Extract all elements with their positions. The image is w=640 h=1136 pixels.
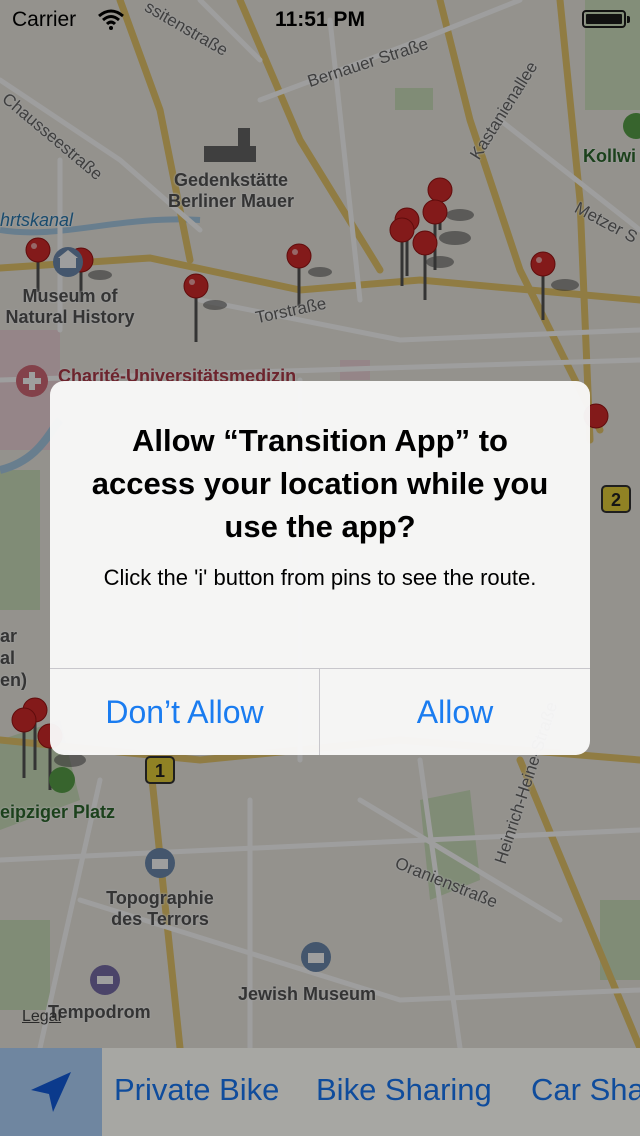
tab-car-sharing[interactable]: Car Sha bbox=[531, 1072, 640, 1108]
battery-icon bbox=[582, 10, 630, 28]
tab-bike-sharing[interactable]: Bike Sharing bbox=[316, 1072, 492, 1108]
allow-button[interactable]: Allow bbox=[320, 669, 590, 755]
alert-message: Click the 'i' button from pins to see th… bbox=[103, 565, 537, 590]
location-arrow-icon bbox=[31, 1072, 71, 1112]
locate-me-button[interactable] bbox=[0, 1048, 102, 1136]
location-permission-alert: Allow “Transition App” to access your lo… bbox=[50, 381, 590, 755]
dont-allow-button[interactable]: Don’t Allow bbox=[50, 669, 319, 755]
status-bar: Carrier 11:51 PM bbox=[0, 0, 640, 40]
alert-title: Allow “Transition App” to access your lo… bbox=[91, 423, 549, 544]
status-time: 11:51 PM bbox=[275, 8, 365, 31]
battery-level bbox=[586, 14, 622, 24]
transport-mode-bar: Private Bike Bike Sharing Car Sha bbox=[0, 1048, 640, 1136]
tab-private-bike[interactable]: Private Bike bbox=[114, 1072, 279, 1108]
